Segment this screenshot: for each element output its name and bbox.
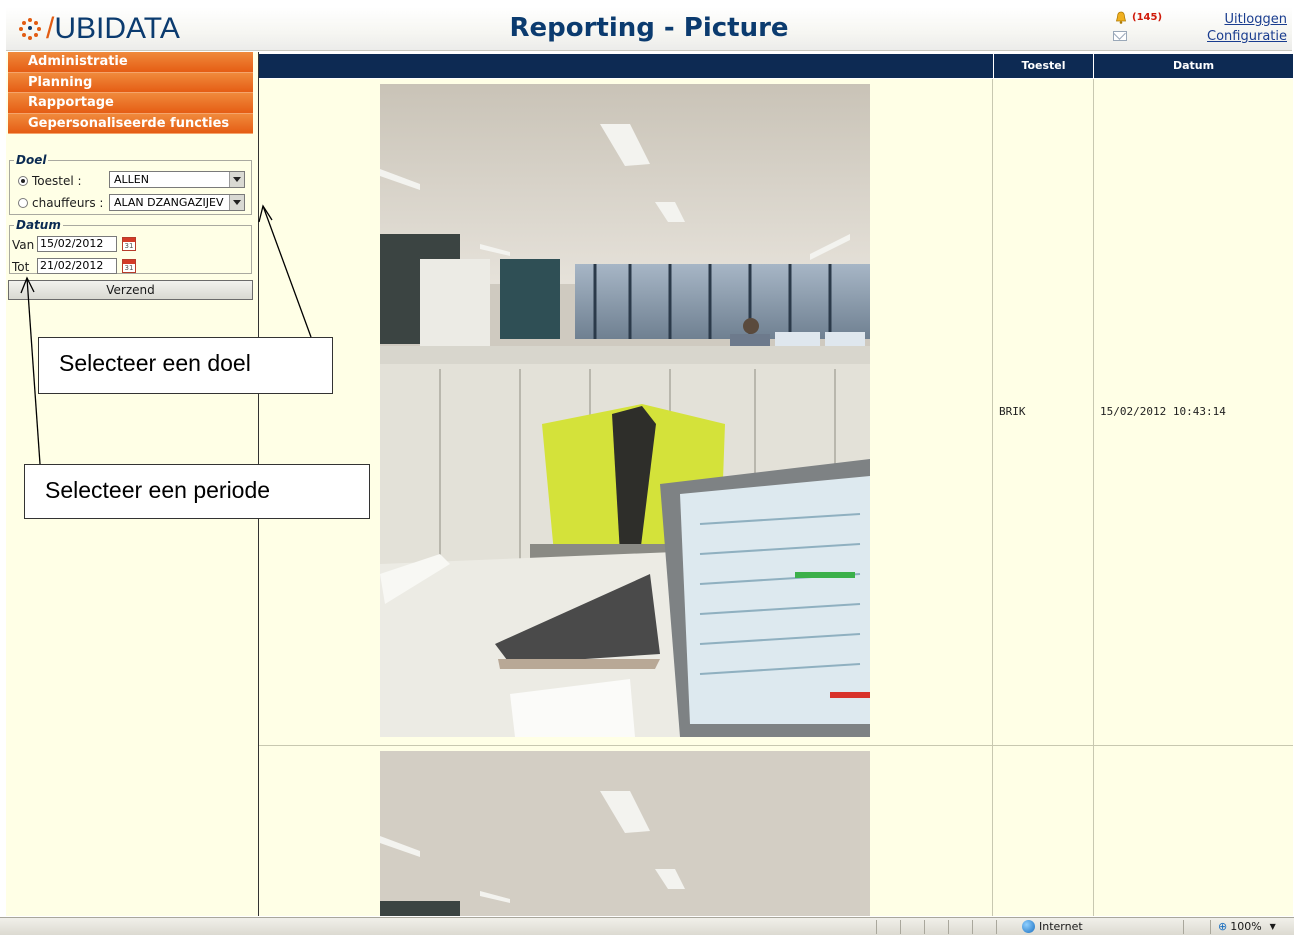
office-photo[interactable] (380, 751, 870, 916)
toestel-label: Toestel : (32, 174, 82, 188)
chauffeurs-select-value: ALAN DZANGAZIJEV (114, 196, 224, 209)
status-segment (924, 920, 946, 934)
callout-select-period: Selecteer een periode (24, 464, 370, 519)
menu-item-gepersonaliseerde-functies[interactable]: Gepersonaliseerde functies (8, 113, 253, 134)
status-segment (876, 920, 898, 934)
security-zone[interactable]: Internet (1022, 920, 1083, 933)
column-header-toestel[interactable]: Toestel (993, 54, 1093, 78)
chevron-down-icon[interactable] (229, 172, 244, 187)
van-date-input[interactable]: 15/02/2012 (37, 236, 117, 252)
office-photo-image (380, 84, 870, 737)
menu-item-rapportage[interactable]: Rapportage (8, 93, 253, 114)
callout-select-target: Selecteer een doel (38, 337, 333, 394)
browser-status-bar: Internet ⊕ 100% ▼ (0, 917, 1294, 935)
status-segment (972, 920, 994, 934)
logo-dots-icon (16, 15, 44, 43)
chauffeurs-select[interactable]: ALAN DZANGAZIJEV (109, 194, 245, 211)
alert-count-badge[interactable]: (145) (1132, 12, 1162, 23)
status-segment (900, 920, 922, 934)
main-menu: Administratie Planning Rapportage Gepers… (8, 52, 253, 134)
picture-table: Toestel Datum BRIK 15/02/2012 10:43:14 (258, 52, 1293, 916)
toestel-select[interactable]: ALLEN (109, 171, 245, 188)
zoom-control[interactable]: ⊕ 100% ▼ (1218, 920, 1276, 933)
ubidata-logo[interactable]: /UBIDATA (16, 12, 180, 46)
office-photo[interactable] (380, 84, 870, 737)
chauffeurs-option: chauffeurs : (18, 196, 103, 210)
configuration-link[interactable]: Configuratie (1207, 29, 1287, 44)
datum-cell: 15/02/2012 10:43:14 (1100, 405, 1226, 418)
doel-legend: Doel (16, 153, 47, 167)
bell-icon[interactable] (1115, 11, 1127, 24)
zoom-level: 100% (1230, 920, 1262, 933)
toestel-select-value: ALLEN (114, 173, 149, 186)
status-segment (996, 920, 1018, 934)
menu-item-planning[interactable]: Planning (8, 72, 253, 93)
zone-label: Internet (1039, 920, 1083, 933)
tot-date-input[interactable]: 21/02/2012 (37, 258, 117, 274)
menu-item-administratie[interactable]: Administratie (8, 52, 253, 73)
column-divider (1093, 79, 1094, 916)
logout-link[interactable]: Uitloggen (1224, 12, 1287, 27)
table-header: Toestel Datum (259, 54, 1293, 78)
send-button[interactable]: Verzend (8, 280, 253, 300)
table-body: BRIK 15/02/2012 10:43:14 (259, 79, 1293, 916)
toestel-cell: BRIK (999, 405, 1026, 418)
row-divider (259, 745, 1293, 746)
protected-mode-icon[interactable] (1183, 920, 1211, 934)
browser-page: /UBIDATA Reporting - Picture (145) Uitlo… (0, 0, 1294, 935)
zoom-icon: ⊕ (1218, 920, 1228, 933)
status-segment (948, 920, 970, 934)
van-label: Van (12, 238, 35, 252)
calendar-icon[interactable]: 31 (122, 237, 136, 251)
app-header: /UBIDATA Reporting - Picture (145) Uitlo… (6, 7, 1292, 51)
toestel-radio[interactable] (18, 176, 28, 186)
tot-label: Tot (12, 260, 30, 274)
datum-legend: Datum (16, 218, 61, 232)
office-photo-image (380, 751, 870, 916)
toestel-option: Toestel : (18, 174, 82, 188)
chauffeurs-label: chauffeurs : (32, 196, 104, 210)
mail-icon[interactable] (1113, 31, 1127, 41)
chevron-down-icon[interactable] (229, 195, 244, 210)
globe-icon (1022, 920, 1035, 933)
page-title: Reporting - Picture (509, 13, 789, 43)
column-divider (992, 79, 993, 916)
calendar-icon[interactable]: 31 (122, 259, 136, 273)
chauffeurs-radio[interactable] (18, 198, 28, 208)
chevron-down-icon[interactable]: ▼ (1270, 922, 1276, 931)
logo-text: /UBIDATA (46, 12, 180, 45)
column-header-datum[interactable]: Datum (1093, 54, 1293, 78)
